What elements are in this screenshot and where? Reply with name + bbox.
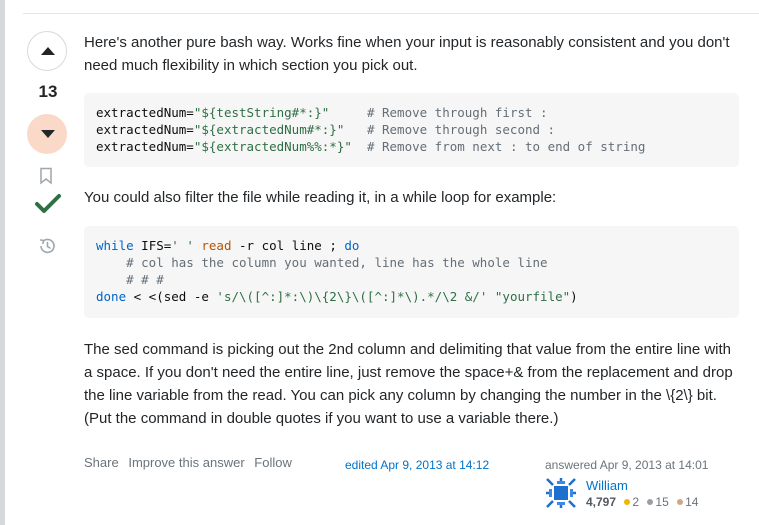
code-text: extractedNum=: [96, 139, 194, 154]
upvote-button[interactable]: [27, 31, 67, 71]
reputation-score: 4,797: [586, 495, 617, 509]
code-string: "${testString#*:}": [193, 105, 330, 120]
paragraph-while-loop: You could also filter the file while rea…: [84, 189, 557, 206]
paragraph-intro: Here's another pure bash way. Works fine…: [84, 34, 730, 74]
arrow-down-icon: [41, 130, 55, 138]
code-comment: # Remove from next : to end of string: [366, 139, 646, 154]
share-link[interactable]: Share: [84, 455, 119, 470]
user-card: William 4,797 2 15 14: [545, 475, 745, 515]
answered-timestamp: answered Apr 9, 2013 at 14:01: [545, 458, 709, 472]
downvote-button[interactable]: [27, 114, 67, 154]
edited-timestamp-link[interactable]: edited Apr 9, 2013 at 14:12: [345, 458, 489, 472]
code-block-extract: extractedNum="${testString#*:}" # Remove…: [84, 93, 739, 167]
code-keyword: done: [96, 289, 127, 304]
user-stats: 4,797 2 15 14: [586, 495, 698, 509]
improve-answer-link[interactable]: Improve this answer: [128, 455, 244, 470]
code-comment: # Remove through second :: [366, 122, 556, 137]
top-divider: [23, 13, 759, 14]
code-block-while-loop: while IFS=' ' read -r col line ; do # co…: [84, 226, 739, 318]
bronze-badge-count: 14: [685, 495, 699, 509]
code-comment: # col has the column you wanted, line ha…: [96, 255, 548, 270]
code-comment: # # #: [96, 272, 164, 287]
code-line: while IFS=' ' read -r col line ; do: [96, 237, 727, 254]
paragraph-explanation: The sed command is picking out the 2nd c…: [84, 341, 733, 427]
code-text: < <(sed -e: [126, 289, 217, 304]
follow-link[interactable]: Follow: [254, 455, 292, 470]
gold-badge-count: 2: [632, 495, 640, 509]
code-text: IFS=: [133, 238, 172, 253]
code-keyword: while: [96, 238, 134, 253]
accepted-checkmark-icon: [35, 194, 61, 213]
code-builtin: read: [193, 238, 232, 253]
silver-badge-icon: [647, 499, 654, 506]
code-line: done < <(sed -e 's/\([^:]*:\)\{2\}\([^:]…: [96, 288, 727, 305]
code-text: ): [570, 289, 578, 304]
code-keyword: do: [344, 238, 360, 253]
silver-badge-count: 15: [655, 495, 669, 509]
code-comment: # Remove through first :: [366, 105, 548, 120]
code-string: "${extractedNum%%:*}": [193, 139, 352, 154]
code-text: extractedNum=: [96, 105, 194, 120]
code-text: -r col line ;: [231, 238, 345, 253]
code-string: "${extractedNum#*:}": [193, 122, 345, 137]
user-name-link[interactable]: William: [586, 478, 628, 493]
code-text: extractedNum=: [96, 122, 194, 137]
code-line: extractedNum="${extractedNum%%:*}" # Rem…: [96, 138, 727, 155]
code-string: "yourfile": [494, 289, 571, 304]
gold-badge-icon: [624, 499, 631, 506]
code-line: extractedNum="${extractedNum#*:}" # Remo…: [96, 121, 727, 138]
avatar[interactable]: [545, 477, 577, 509]
history-icon[interactable]: [37, 236, 57, 256]
left-border: [0, 0, 5, 525]
code-string: 's/\([^:]*:\)\{2\}\([^:]*\).*/\2 &/': [216, 289, 488, 304]
code-string: ' ': [171, 238, 194, 253]
code-line: extractedNum="${testString#*:}" # Remove…: [96, 104, 727, 121]
post-menu: Share Improve this answer Follow: [84, 455, 298, 470]
arrow-up-icon: [41, 47, 55, 55]
vote-count: 13: [38, 82, 58, 101]
bronze-badge-icon: [677, 499, 684, 506]
bookmark-icon[interactable]: [39, 167, 53, 185]
